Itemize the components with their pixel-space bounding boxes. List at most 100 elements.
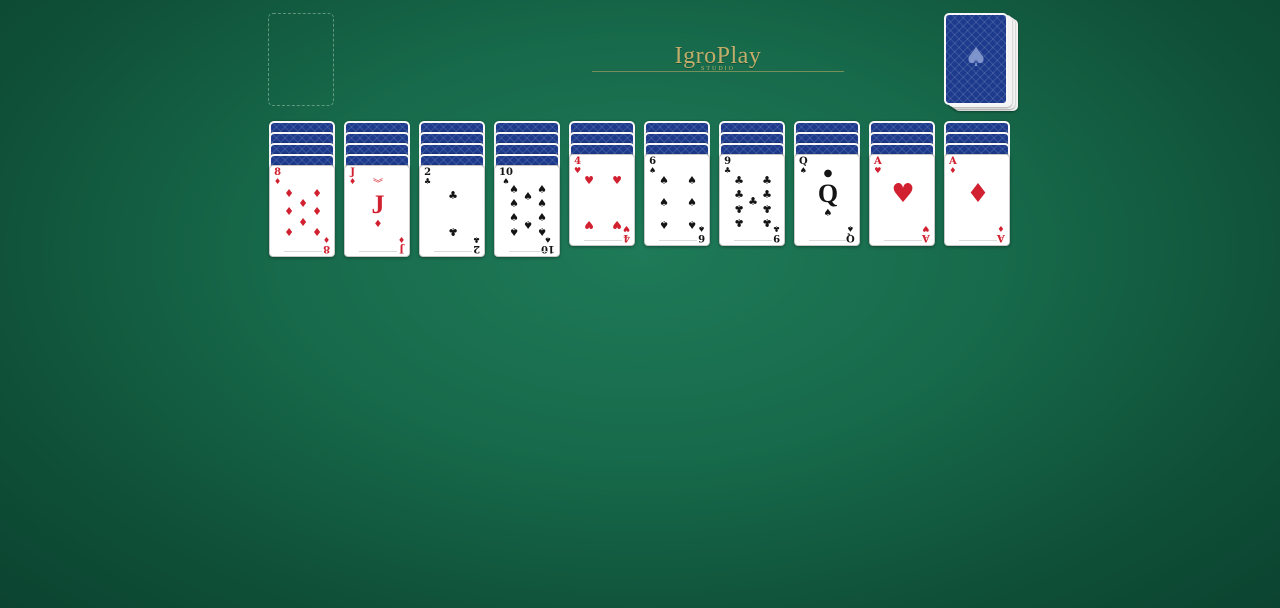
- card-rank: 2: [424, 167, 432, 178]
- spade-icon: ♠: [964, 43, 988, 73]
- suit-pip-icon: ♠: [509, 211, 519, 224]
- face-up-card[interactable]: 2 ♣ 2 ♣ ♣ ♣: [419, 165, 485, 257]
- face-up-card[interactable]: 9 ♣ 9 ♣ ♣ ♣ ♣ ♣ ♣ ♣ ♣ ♣ ♣: [719, 154, 785, 246]
- card-rank: Q: [799, 156, 808, 167]
- card-corner-bottom: 8 ♦: [322, 235, 330, 254]
- court-figure: ● Q ♠: [795, 168, 859, 219]
- card-corner-bottom: Q ♠: [846, 224, 855, 243]
- card-corner-bottom: 2 ♣: [472, 235, 480, 254]
- card-corner-top: 8 ♦: [274, 167, 282, 187]
- suit-pip-icon: ♠: [509, 225, 519, 238]
- card-rank: Q: [846, 232, 855, 243]
- suit-pip-icon: ♦: [312, 205, 322, 218]
- suit-icon: ♥: [874, 166, 882, 175]
- stock-pile[interactable]: ♠: [944, 13, 1019, 111]
- suit-pip-icon: ♠: [687, 174, 697, 187]
- card-rank: 8: [274, 167, 282, 178]
- suit-pip-icon: ♥: [612, 174, 622, 187]
- card-imprint: [434, 251, 472, 252]
- card-imprint: [734, 240, 772, 241]
- suit-icon: ♦: [373, 219, 383, 230]
- suit-pip-icon: ♦: [284, 205, 294, 218]
- card-rank: 9: [772, 232, 780, 243]
- chevron-icon: ︾: [373, 179, 383, 190]
- card-rank: 6: [697, 232, 705, 243]
- suit-icon: ♦: [997, 224, 1005, 233]
- suit-icon: ♠: [847, 224, 855, 233]
- suit-pip-icon: ♦: [298, 215, 308, 228]
- suit-pip-icon: ♠: [523, 190, 533, 203]
- suit-icon: ♦: [397, 235, 405, 244]
- card-corner-bottom: 4 ♥: [622, 224, 630, 243]
- card-corner-top: 6 ♠: [649, 157, 657, 176]
- face-up-card[interactable]: 4 ♥ 4 ♥ ♥ ♥ ♥ ♥: [569, 154, 635, 246]
- card-imprint: [509, 251, 547, 252]
- card-imprint: [359, 251, 397, 252]
- foundation-slot[interactable]: [268, 13, 334, 106]
- suit-pip-icon: ♠: [659, 218, 669, 231]
- card-rank: 4: [574, 156, 582, 167]
- suit-icon: ♦: [966, 179, 990, 209]
- suit-pip-icon: ♣: [762, 188, 772, 201]
- card-imprint: [959, 240, 997, 241]
- logo-subtitle: STUDIO: [701, 66, 735, 72]
- suit-pip-icon: ♦: [312, 225, 322, 238]
- card-rank: 4: [622, 232, 630, 243]
- suit-pip-icon: ♠: [537, 225, 547, 238]
- card-imprint: [659, 240, 697, 241]
- card-corner-top: 4 ♥: [574, 156, 582, 176]
- crown-icon: ●: [823, 168, 833, 179]
- suit-pip-icon: ♠: [537, 211, 547, 224]
- card-rank: J: [350, 167, 355, 178]
- suit-pip-icon: ♣: [734, 216, 744, 229]
- suit-pip-icon: ♣: [448, 225, 458, 238]
- card-imprint: [284, 251, 322, 252]
- card-rank: A: [997, 232, 1005, 243]
- suit-pip-icon: ♠: [537, 197, 547, 210]
- suit-icon: ♠: [697, 224, 705, 233]
- suit-pip-icon: ♣: [762, 216, 772, 229]
- court-figure: ︾ J ♦: [345, 179, 409, 230]
- suit-pip-icon: ♠: [659, 174, 669, 187]
- stock-card-back[interactable]: ♠: [944, 13, 1008, 105]
- suit-pip-icon: ♥: [612, 218, 622, 231]
- card-corner-bottom: 9 ♣: [772, 224, 780, 243]
- suit-pip-icon: ♥: [584, 174, 594, 187]
- igroplay-logo: IgroPlay STUDIO: [592, 42, 844, 72]
- suit-icon: ♣: [424, 177, 432, 186]
- face-up-card[interactable]: J ♦ J ♦ ︾ J ♦: [344, 165, 410, 257]
- face-up-card[interactable]: 10 ♠ 10 ♠ ♠ ♠ ♠ ♠ ♠ ♠ ♠ ♠ ♠ ♠: [494, 165, 560, 257]
- suit-icon: ♦: [274, 177, 282, 186]
- suit-pip-icon: ♦: [312, 187, 322, 200]
- card-rank: 2: [472, 243, 480, 254]
- card-corner-bottom: J ♦: [397, 235, 405, 254]
- suit-icon: ♥: [622, 224, 630, 233]
- suit-pip-icon: ♠: [687, 196, 697, 209]
- face-up-card[interactable]: Q ♠ Q ♠ ● Q ♠: [794, 154, 860, 246]
- card-rank: 8: [322, 243, 330, 254]
- face-up-card[interactable]: A ♦ A ♦ ♦: [944, 154, 1010, 246]
- card-corner-top: 9 ♣: [724, 157, 731, 176]
- face-up-card[interactable]: 8 ♦ 8 ♦ ♦ ♦ ♦ ♦ ♦ ♦ ♦ ♦: [269, 165, 335, 257]
- card-corner-bottom: A ♥: [922, 224, 930, 243]
- court-letter: J: [371, 190, 385, 219]
- suit-icon: ♥: [922, 224, 930, 233]
- card-corner-top: A ♦: [949, 156, 957, 176]
- suit-pip-icon: ♠: [537, 183, 547, 196]
- suit-icon: ♥: [891, 179, 915, 209]
- suit-pip-icon: ♠: [509, 183, 519, 196]
- suit-pip-icon: ♦: [284, 225, 294, 238]
- card-rank: A: [949, 156, 957, 167]
- suit-pip-icon: ♠: [687, 218, 697, 231]
- card-corner-bottom: 6 ♠: [697, 224, 705, 243]
- suit-pip-icon: ♣: [748, 195, 758, 208]
- suit-icon: ♥: [574, 166, 582, 175]
- suit-pip-icon: ♣: [762, 174, 772, 187]
- card-imprint: [809, 240, 847, 241]
- face-up-card[interactable]: A ♥ A ♥ ♥: [869, 154, 935, 246]
- card-corner-top: 2 ♣: [424, 167, 432, 187]
- face-up-card[interactable]: 6 ♠ 6 ♠ ♠ ♠ ♠ ♠ ♠ ♠: [644, 154, 710, 246]
- suit-icon: ♠: [649, 166, 657, 175]
- suit-pip-icon: ♣: [734, 174, 744, 187]
- suit-icon: ♣: [472, 235, 480, 244]
